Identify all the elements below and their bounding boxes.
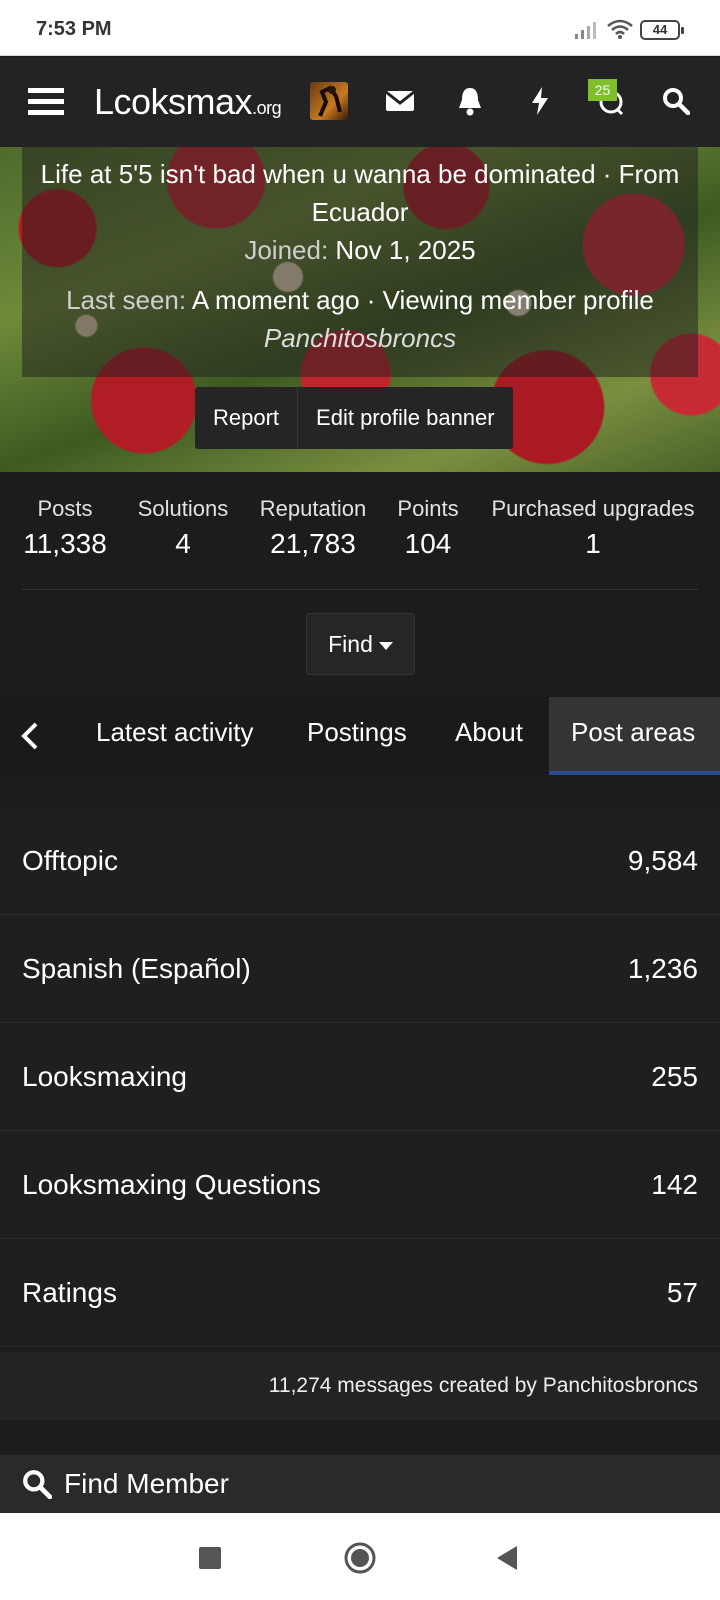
top-nav: Lcoksmax.org 25 xyxy=(0,57,720,147)
joined-info: Joined: Nov 1, 2025 xyxy=(0,235,720,266)
list-item[interactable]: Offtopic 9,584 xyxy=(0,807,720,915)
wifi-icon xyxy=(607,19,633,39)
user-avatar[interactable] xyxy=(310,82,348,120)
tab-post-areas[interactable]: Post areas xyxy=(549,697,720,775)
post-area-name: Offtopic xyxy=(22,844,118,876)
home-icon[interactable] xyxy=(343,1541,377,1575)
recents-icon[interactable] xyxy=(193,1541,227,1575)
post-area-count: 255 xyxy=(651,1060,698,1092)
last-seen-info: Last seen: A moment ago · Viewing member… xyxy=(20,281,700,357)
hamburger-menu-icon[interactable] xyxy=(26,81,66,121)
find-member-bar[interactable]: Find Member xyxy=(0,1455,720,1513)
search-icon[interactable] xyxy=(656,81,696,121)
list-item[interactable]: Spanish (Español) 1,236 xyxy=(0,915,720,1023)
stat-points[interactable]: Points 104 xyxy=(392,496,464,560)
site-logo[interactable]: Lcoksmax.org xyxy=(94,81,282,123)
signal-icon xyxy=(575,22,596,39)
caret-down-icon xyxy=(378,641,393,650)
post-area-name: Looksmaxing xyxy=(22,1060,187,1092)
list-item[interactable]: Looksmaxing Questions 142 xyxy=(0,1131,720,1239)
tab-postings[interactable]: Postings xyxy=(307,697,407,775)
stat-reputation[interactable]: Reputation 21,783 xyxy=(256,496,370,560)
search-icon xyxy=(23,1470,52,1499)
stat-solutions[interactable]: Solutions 4 xyxy=(133,496,233,560)
post-areas-list: Offtopic 9,584 Spanish (Español) 1,236 L… xyxy=(0,807,720,1347)
status-time: 7:53 PM xyxy=(36,18,112,40)
battery-icon: 44 xyxy=(640,20,684,40)
list-item[interactable]: Looksmaxing 255 xyxy=(0,1023,720,1131)
profile-tabs: Latest activity Postings About Post area… xyxy=(0,697,720,775)
system-nav-bar xyxy=(0,1513,720,1600)
banner-actions: Report Edit profile banner xyxy=(195,387,513,449)
status-bar: 7:53 PM 44 xyxy=(0,0,720,56)
mail-icon[interactable] xyxy=(380,81,420,121)
stat-purchased-upgrades[interactable]: Purchased upgrades 1 xyxy=(486,496,700,560)
tab-latest-activity[interactable]: Latest activity xyxy=(96,697,254,775)
post-area-name: Ratings xyxy=(22,1276,117,1308)
post-area-count: 1,236 xyxy=(627,952,698,984)
bell-icon[interactable] xyxy=(450,81,490,121)
lightning-icon[interactable] xyxy=(520,81,560,121)
post-area-name: Spanish (Español) xyxy=(22,952,251,984)
tabs-scroll-left-icon[interactable] xyxy=(0,697,60,775)
profile-tagline: Life at 5'5 isn't bad when u wanna be do… xyxy=(40,159,680,227)
back-icon[interactable] xyxy=(490,1541,524,1575)
last-seen-value: A moment ago · Viewing member profile xyxy=(191,285,654,315)
conversations-badge: 25 xyxy=(588,79,617,101)
post-area-name: Looksmaxing Questions xyxy=(22,1168,321,1200)
list-item[interactable]: Ratings 57 xyxy=(0,1239,720,1347)
viewing-username[interactable]: Panchitosbroncs xyxy=(264,323,456,353)
post-area-count: 57 xyxy=(666,1276,698,1308)
post-area-count: 142 xyxy=(651,1168,698,1200)
divider xyxy=(22,589,698,590)
joined-date[interactable]: Nov 1, 2025 xyxy=(335,235,475,265)
find-member-label: Find Member xyxy=(64,1468,229,1499)
stat-posts[interactable]: Posts 11,338 xyxy=(20,496,110,560)
find-dropdown-button[interactable]: Find xyxy=(306,613,415,675)
member-stats: Posts 11,338 Solutions 4 Reputation 21,783 … xyxy=(0,472,720,590)
messages-summary: 11,274 messages created by Panchitosbron… xyxy=(0,1352,720,1420)
post-area-count: 9,584 xyxy=(627,844,698,876)
last-seen-label: Last seen: xyxy=(66,285,187,315)
joined-label: Joined: xyxy=(244,235,329,265)
edit-profile-banner-button[interactable]: Edit profile banner xyxy=(297,387,513,449)
profile-banner: Life at 5'5 isn't bad when u wanna be do… xyxy=(0,147,720,472)
report-button[interactable]: Report xyxy=(195,387,297,449)
tab-about[interactable]: About xyxy=(455,697,523,775)
